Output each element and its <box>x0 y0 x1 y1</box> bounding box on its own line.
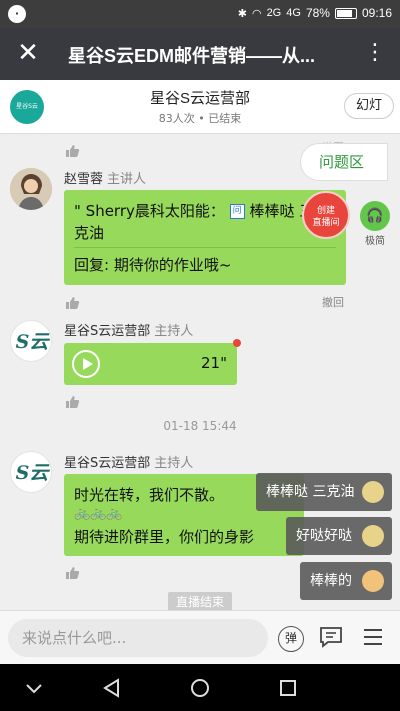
network-2g-label: 2G <box>266 7 282 19</box>
message-input[interactable] <box>8 619 268 657</box>
title-bar: ✕ 星谷S云EDM邮件营销——从... ⋮ <box>0 28 400 80</box>
avatar <box>362 481 384 503</box>
like-icon[interactable] <box>65 395 80 408</box>
danmu-text: 棒棒哒 三克油 <box>266 484 355 500</box>
sender-role: 主持人 <box>154 324 194 339</box>
wifi-icon: ◠ <box>251 7 262 20</box>
danmu-item: 棒棒的 <box>300 562 392 600</box>
like-icon[interactable] <box>65 296 80 309</box>
unread-dot <box>233 339 241 347</box>
message-line: 期待进阶群里，你们的身影 <box>74 528 255 546</box>
avatar[interactable]: S云 <box>10 320 52 362</box>
withdraw-link[interactable]: 撤回 <box>322 294 344 310</box>
room-title: 星谷S云运营部 <box>149 90 250 107</box>
room-subtitle: 83人次 • 已结束 <box>158 112 242 125</box>
headphone-icon[interactable]: 🎧 <box>360 201 390 231</box>
close-icon[interactable]: ✕ <box>14 39 42 67</box>
bluetooth-icon: ✱ <box>237 7 247 20</box>
emoji-line: 🚲🚲🚲 <box>74 506 123 521</box>
status-bar: · ✱ ◠ 2G 4G 78% 09:16 <box>0 0 400 28</box>
clock: 09:16 <box>361 6 392 20</box>
timestamp: 01-18 15:44 <box>163 419 237 433</box>
avatar-initials: S云 <box>15 462 49 484</box>
danmu-item: 好哒好哒 <box>286 517 392 555</box>
danmu-toggle-button[interactable]: 弹 <box>278 626 304 652</box>
notification-icon: · <box>8 5 26 23</box>
quote-icon: 问 <box>229 204 245 219</box>
message-line: 时光在转，我们不散。 <box>74 486 225 504</box>
battery-percent: 78% <box>305 6 330 20</box>
avatar-initials: S云 <box>15 331 49 353</box>
danmu-text: 好哒好哒 <box>296 528 352 544</box>
quote-text: " Sherry晨科太阳能： <box>74 202 225 220</box>
like-icon[interactable] <box>65 144 80 157</box>
input-bar: 弹 <box>0 610 400 664</box>
quote-line2: 克油 <box>74 224 105 242</box>
sender-name: 星谷S云运营部 <box>64 324 151 339</box>
battery-icon <box>334 7 357 19</box>
comment-icon[interactable] <box>318 624 344 650</box>
home-icon[interactable] <box>188 676 212 700</box>
sender-role: 主讲人 <box>107 172 147 187</box>
danmu-text: 棒棒的 <box>310 573 352 589</box>
voice-duration: 21" <box>201 354 227 372</box>
room-header: 星谷S云 星谷S云运营部 83人次 • 已结束 幻灯 <box>0 80 400 134</box>
divider <box>74 247 336 248</box>
danmu-item: 棒棒哒 三克油 <box>256 473 392 511</box>
avatar[interactable]: S云 <box>10 451 52 493</box>
system-nav-bar <box>0 664 400 711</box>
create-live-room-button[interactable]: 创建 直播间 <box>302 191 350 239</box>
back-icon[interactable] <box>100 676 124 700</box>
menu-icon[interactable] <box>360 624 386 650</box>
sender-name: 星谷S云运营部 <box>64 456 151 471</box>
reply-text: 回复: 期待你的作业哦~ <box>74 256 232 274</box>
live-ended-label: 直播结束 <box>168 592 232 612</box>
page-title: 星谷S云EDM邮件营销——从... <box>68 46 316 66</box>
like-icon[interactable] <box>65 566 80 579</box>
avatar[interactable] <box>10 168 52 210</box>
listen-label: 极简 <box>365 236 385 247</box>
recents-icon[interactable] <box>276 676 300 700</box>
create-live-label: 创建 直播间 <box>312 206 340 228</box>
chevron-down-icon[interactable] <box>22 676 46 700</box>
avatar <box>362 525 384 547</box>
play-icon[interactable] <box>72 350 100 378</box>
slideshow-button[interactable]: 幻灯 <box>344 93 394 119</box>
more-vertical-icon[interactable]: ⋮ <box>364 39 386 67</box>
sender-name: 赵雪蓉 <box>64 172 104 187</box>
sender-role: 主持人 <box>154 456 194 471</box>
avatar <box>362 570 384 592</box>
voice-message-bubble[interactable]: 21" <box>64 339 241 385</box>
question-zone-button[interactable]: 问题区 <box>300 143 388 181</box>
network-4g-label: 4G <box>286 7 301 19</box>
